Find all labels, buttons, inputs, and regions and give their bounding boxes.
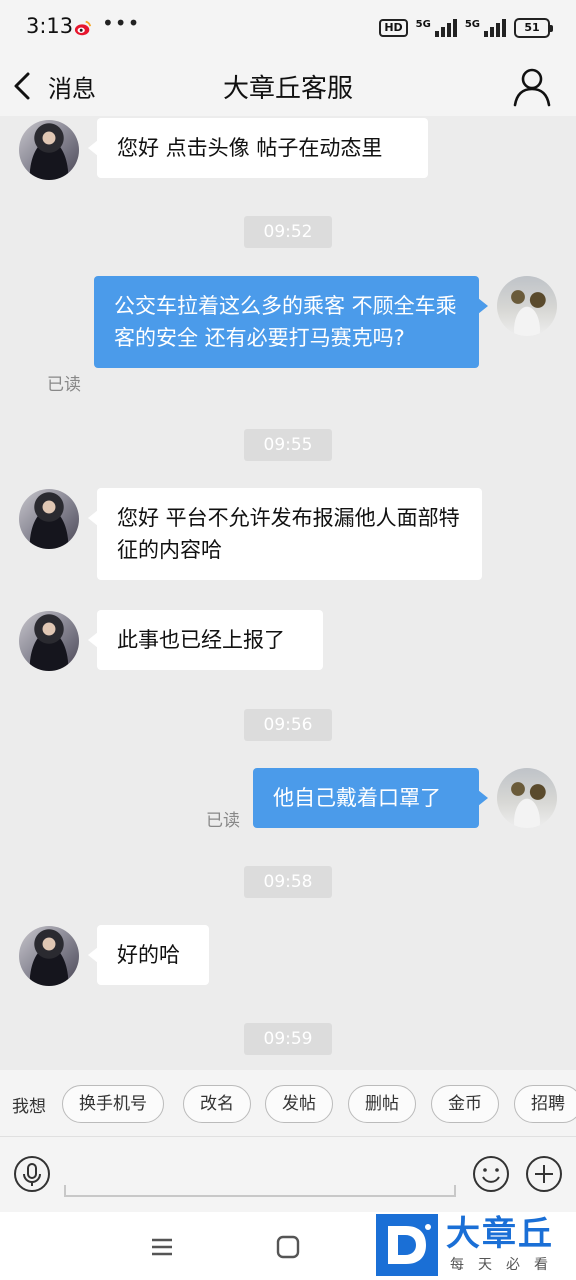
message-input[interactable]: [64, 1153, 456, 1197]
quick-reply-label: 我想: [12, 1097, 46, 1117]
status-bar: 3:13 ••• HD 5G 5G 51: [0, 0, 576, 56]
plus-icon[interactable]: [525, 1155, 563, 1193]
hd-icon: HD: [379, 19, 408, 37]
agent-avatar[interactable]: [19, 120, 79, 180]
timestamp: 09:55: [244, 429, 332, 461]
quick-reply-bar: 我想 换手机号 改名 发帖 删帖 金币 招聘: [0, 1070, 576, 1136]
user-avatar[interactable]: [497, 768, 557, 828]
quick-reply-chip[interactable]: 改名: [183, 1085, 251, 1123]
watermark-logo: 大章丘 每天必看: [376, 1214, 576, 1276]
message-bubble-incoming[interactable]: 您好 点击头像 帖子在动态里: [88, 118, 428, 178]
microphone-icon[interactable]: [13, 1155, 51, 1193]
message-bubble-incoming[interactable]: 好的哈: [88, 925, 209, 985]
quick-reply-chip[interactable]: 换手机号: [62, 1085, 164, 1123]
user-avatar[interactable]: [497, 276, 557, 336]
chevron-left-icon: [14, 72, 30, 100]
status-time: 3:13: [26, 14, 74, 38]
status-icons: HD 5G 5G 51: [379, 16, 553, 40]
message-bubble-outgoing[interactable]: 他自己戴着口罩了: [253, 768, 488, 828]
emoji-icon[interactable]: [472, 1155, 510, 1193]
menu-icon[interactable]: [147, 1232, 177, 1262]
read-receipt: 已读: [206, 811, 240, 831]
timestamp: 09:56: [244, 709, 332, 741]
back-label: 消息: [48, 74, 96, 103]
timestamp: 09:59: [244, 1023, 332, 1055]
agent-avatar[interactable]: [19, 611, 79, 671]
input-bar: [0, 1136, 576, 1212]
quick-reply-chip[interactable]: 发帖: [265, 1085, 333, 1123]
agent-avatar[interactable]: [19, 926, 79, 986]
chat-area[interactable]: 您好 点击头像 帖子在动态里 09:52 已读 公交车拉着这么多的乘客 不顾全车…: [0, 116, 576, 1070]
timestamp: 09:52: [244, 216, 332, 248]
person-icon[interactable]: [510, 64, 554, 108]
nav-bar: 消息 大章丘客服: [0, 56, 576, 116]
signal-icon-1: 5G: [416, 19, 457, 37]
quick-reply-chip[interactable]: 删帖: [348, 1085, 416, 1123]
more-dots-icon: •••: [102, 11, 141, 35]
message-bubble-incoming[interactable]: 此事也已经上报了: [88, 610, 323, 670]
read-receipt: 已读: [47, 375, 81, 395]
timestamp: 09:58: [244, 866, 332, 898]
weibo-icon: [74, 20, 92, 36]
dazhangqiu-logo-icon: [376, 1214, 438, 1276]
back-button[interactable]: 消息: [10, 64, 96, 108]
watermark-brand: 大章丘: [446, 1214, 554, 1254]
home-icon[interactable]: [273, 1232, 303, 1262]
battery-icon: 51: [514, 18, 553, 38]
message-bubble-incoming[interactable]: 您好 平台不允许发布报漏他人面部特征的内容哈: [88, 488, 482, 580]
signal-icon-2: 5G: [465, 19, 506, 37]
message-bubble-outgoing[interactable]: 公交车拉着这么多的乘客 不顾全车乘客的安全 还有必要打马赛克吗?: [94, 276, 488, 368]
quick-reply-chip[interactable]: 金币: [431, 1085, 499, 1123]
agent-avatar[interactable]: [19, 489, 79, 549]
watermark-tagline: 每天必看: [450, 1257, 562, 1273]
input-underline-edge: [64, 1185, 66, 1197]
input-underline-edge: [454, 1185, 456, 1197]
quick-reply-chip[interactable]: 招聘: [514, 1085, 576, 1123]
